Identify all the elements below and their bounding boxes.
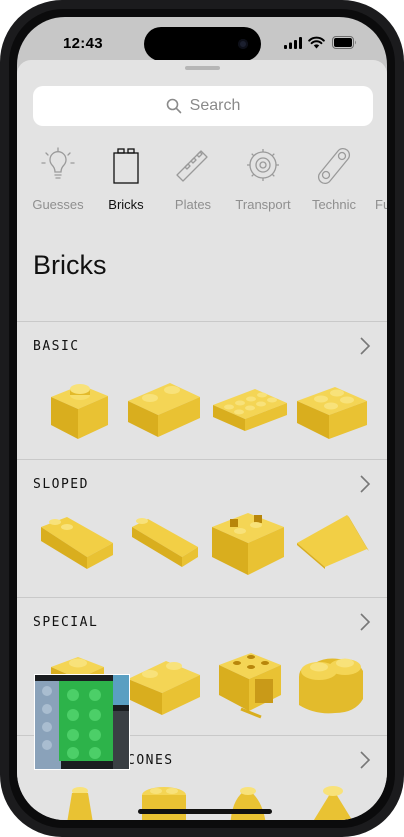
status-time: 12:43 — [63, 35, 103, 52]
section-title: SLOPED — [33, 477, 89, 492]
category-plates[interactable]: Plates — [158, 145, 228, 215]
brick-icon — [113, 148, 139, 184]
divider — [17, 321, 387, 322]
chevron-right-icon[interactable] — [359, 612, 371, 632]
lightbulb-icon — [41, 147, 75, 179]
divider — [17, 597, 387, 598]
chevron-right-icon[interactable] — [359, 750, 371, 770]
category-transport[interactable]: Transport — [228, 145, 298, 215]
page-title: Bricks — [33, 250, 107, 280]
technic-icon — [317, 147, 351, 185]
brick-2x4-image[interactable] — [211, 367, 289, 447]
camera-icon — [238, 39, 248, 49]
category-label: Bricks — [108, 197, 144, 212]
section-title: SPECIAL — [33, 615, 99, 630]
category-label: Guesses — [32, 197, 84, 212]
dynamic-island — [144, 27, 261, 61]
cone-4-image[interactable] — [295, 781, 373, 820]
category-label: Plates — [174, 197, 212, 212]
sheet-grabber[interactable] — [185, 66, 220, 70]
search-placeholder: Search — [189, 97, 241, 114]
slope-brick-2-image[interactable] — [124, 505, 202, 585]
inverted-slope-brick-image[interactable] — [210, 505, 288, 585]
slope-brick-1-image[interactable] — [39, 505, 117, 585]
slope-brick-3-image[interactable] — [295, 505, 373, 585]
chevron-right-icon[interactable] — [359, 474, 371, 494]
section-basic[interactable]: BASIC — [17, 321, 387, 459]
chevron-right-icon[interactable] — [359, 336, 371, 356]
plate-icon — [176, 150, 208, 182]
category-strip: Guesses Bricks Plates Transport Technic … — [17, 145, 387, 215]
section-title: BASIC — [33, 339, 80, 354]
special-brick-3-image[interactable] — [211, 643, 289, 723]
category-guesses[interactable]: Guesses — [23, 145, 93, 215]
category-bricks[interactable]: Bricks — [91, 145, 161, 215]
brick-2x2-image[interactable] — [295, 367, 373, 447]
signal-icon — [284, 37, 302, 49]
special-brick-2-image[interactable] — [126, 643, 204, 723]
captured-photo-thumbnail[interactable] — [34, 674, 130, 770]
special-brick-4-image[interactable] — [295, 643, 373, 723]
battery-icon — [332, 36, 356, 49]
cone-1-image[interactable] — [42, 781, 120, 820]
brick-1x2-image[interactable] — [126, 367, 204, 447]
home-indicator[interactable] — [138, 809, 272, 814]
lego-photo-image — [35, 675, 129, 769]
cone-3-image[interactable] — [211, 781, 289, 820]
wifi-icon — [308, 36, 325, 49]
section-title: CONES — [127, 753, 174, 768]
search-bar[interactable]: Search — [33, 86, 373, 126]
category-more[interactable]: Fu — [355, 145, 387, 215]
search-icon — [166, 98, 181, 114]
screen: 12:43 Search Guesses Bricks Plates Trans… — [17, 17, 387, 820]
divider — [17, 459, 387, 460]
gear-icon — [247, 149, 279, 181]
category-label: Transport — [235, 197, 291, 212]
category-label: Fu — [375, 197, 387, 212]
cone-2-image[interactable] — [126, 781, 204, 820]
brick-1x1-image[interactable] — [42, 367, 120, 447]
section-sloped[interactable]: SLOPED — [17, 459, 387, 597]
